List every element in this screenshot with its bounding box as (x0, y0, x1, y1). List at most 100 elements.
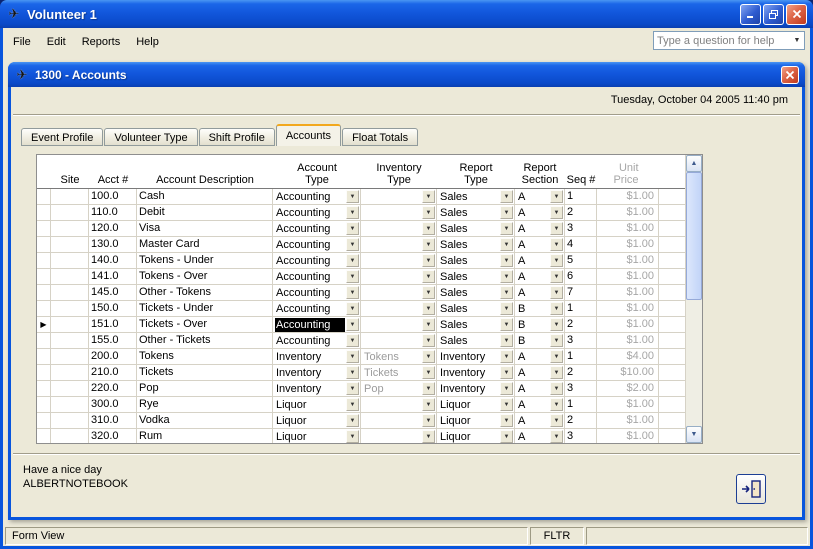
inventory-type-cell[interactable]: ▼ (361, 253, 437, 269)
report-type-cell[interactable]: Sales ▼ (437, 269, 515, 285)
scroll-thumb[interactable] (686, 172, 702, 300)
dropdown-arrow-icon[interactable]: ▼ (500, 318, 513, 331)
account-description-cell[interactable]: Rum (137, 429, 273, 443)
dropdown-arrow-icon[interactable]: ▼ (500, 286, 513, 299)
dropdown-arrow-icon[interactable]: ▼ (550, 190, 563, 203)
report-section-cell[interactable]: A ▼ (515, 349, 565, 365)
report-section-cell[interactable]: A ▼ (515, 381, 565, 397)
dropdown-arrow-icon[interactable]: ▼ (422, 238, 435, 251)
report-type-cell[interactable]: Sales ▼ (437, 333, 515, 349)
acct-number-cell[interactable]: 140.0 (89, 253, 137, 269)
account-description-cell[interactable]: Visa (137, 221, 273, 237)
dropdown-arrow-icon[interactable]: ▼ (422, 366, 435, 379)
dropdown-arrow-icon[interactable]: ▼ (422, 302, 435, 315)
row-selector[interactable] (37, 221, 51, 237)
acct-number-cell[interactable]: 155.0 (89, 333, 137, 349)
row-selector[interactable] (37, 237, 51, 253)
dropdown-arrow-icon[interactable]: ▼ (346, 286, 359, 299)
account-type-cell[interactable]: Liquor ▼ (273, 413, 361, 429)
row-selector[interactable] (37, 301, 51, 317)
report-section-cell[interactable]: A ▼ (515, 429, 565, 443)
inventory-type-cell[interactable]: ▼ (361, 317, 437, 333)
dropdown-arrow-icon[interactable]: ▼ (500, 206, 513, 219)
site-cell[interactable] (51, 381, 89, 397)
row-selector[interactable] (37, 365, 51, 381)
inventory-type-cell[interactable]: Tokens ▼ (361, 349, 437, 365)
row-selector[interactable] (37, 397, 51, 413)
dropdown-arrow-icon[interactable]: ▼ (346, 318, 359, 331)
dropdown-arrow-icon[interactable]: ▼ (500, 238, 513, 251)
seq-cell[interactable]: 4 (565, 237, 597, 253)
inventory-type-cell[interactable]: ▼ (361, 413, 437, 429)
account-description-cell[interactable]: Vodka (137, 413, 273, 429)
site-cell[interactable] (51, 365, 89, 381)
account-description-cell[interactable]: Tokens (137, 349, 273, 365)
report-type-cell[interactable]: Liquor ▼ (437, 397, 515, 413)
dropdown-arrow-icon[interactable]: ▼ (346, 350, 359, 363)
account-type-cell[interactable]: Liquor ▼ (273, 429, 361, 443)
account-description-cell[interactable]: Debit (137, 205, 273, 221)
tab-event-profile[interactable]: Event Profile (21, 128, 104, 146)
account-type-cell[interactable]: Accounting ▼ (273, 205, 361, 221)
report-section-cell[interactable]: A ▼ (515, 413, 565, 429)
dropdown-arrow-icon[interactable]: ▼ (346, 254, 359, 267)
acct-number-cell[interactable]: 310.0 (89, 413, 137, 429)
exit-form-button[interactable] (736, 474, 766, 504)
report-section-cell[interactable]: A ▼ (515, 269, 565, 285)
dropdown-arrow-icon[interactable]: ▼ (346, 302, 359, 315)
acct-number-cell[interactable]: 130.0 (89, 237, 137, 253)
report-type-cell[interactable]: Inventory ▼ (437, 365, 515, 381)
seq-cell[interactable]: 6 (565, 269, 597, 285)
report-type-cell[interactable]: Sales ▼ (437, 285, 515, 301)
dropdown-arrow-icon[interactable]: ▼ (500, 270, 513, 283)
row-selector[interactable] (37, 269, 51, 285)
report-type-cell[interactable]: Liquor ▼ (437, 429, 515, 443)
seq-cell[interactable]: 1 (565, 301, 597, 317)
row-selector[interactable] (37, 333, 51, 349)
inventory-type-cell[interactable]: ▼ (361, 301, 437, 317)
seq-cell[interactable]: 3 (565, 429, 597, 443)
dropdown-arrow-icon[interactable]: ▼ (346, 334, 359, 347)
row-selector[interactable] (37, 205, 51, 221)
dropdown-arrow-icon[interactable]: ▼ (500, 430, 513, 443)
report-section-cell[interactable]: A ▼ (515, 221, 565, 237)
acct-number-cell[interactable]: 100.0 (89, 189, 137, 205)
dropdown-arrow-icon[interactable]: ▼ (346, 206, 359, 219)
seq-cell[interactable]: 1 (565, 397, 597, 413)
report-section-cell[interactable]: A ▼ (515, 285, 565, 301)
acct-number-cell[interactable]: 200.0 (89, 349, 137, 365)
inventory-type-cell[interactable]: ▼ (361, 429, 437, 443)
dropdown-arrow-icon[interactable]: ▼ (422, 398, 435, 411)
site-cell[interactable] (51, 317, 89, 333)
dropdown-arrow-icon[interactable]: ▼ (550, 398, 563, 411)
site-cell[interactable] (51, 189, 89, 205)
site-cell[interactable] (51, 413, 89, 429)
account-type-cell[interactable]: Accounting ▼ (273, 269, 361, 285)
account-description-cell[interactable]: Tickets (137, 365, 273, 381)
report-section-cell[interactable]: A ▼ (515, 253, 565, 269)
acct-number-cell[interactable]: 210.0 (89, 365, 137, 381)
seq-cell[interactable]: 5 (565, 253, 597, 269)
dropdown-arrow-icon[interactable]: ▼ (422, 414, 435, 427)
account-type-cell[interactable]: Accounting ▼ (273, 237, 361, 253)
account-type-cell[interactable]: Accounting ▼ (273, 189, 361, 205)
acct-number-cell[interactable]: 150.0 (89, 301, 137, 317)
site-cell[interactable] (51, 237, 89, 253)
dropdown-arrow-icon[interactable]: ▼ (346, 238, 359, 251)
dropdown-arrow-icon[interactable]: ▼ (422, 334, 435, 347)
report-section-cell[interactable]: A ▼ (515, 205, 565, 221)
site-cell[interactable] (51, 205, 89, 221)
account-type-cell[interactable]: Accounting ▼ (273, 301, 361, 317)
row-selector[interactable] (37, 253, 51, 269)
acct-number-cell[interactable]: 320.0 (89, 429, 137, 443)
close-button[interactable] (786, 3, 807, 25)
dropdown-arrow-icon[interactable]: ▼ (346, 190, 359, 203)
dropdown-arrow-icon[interactable]: ▼ (500, 350, 513, 363)
inventory-type-cell[interactable]: ▼ (361, 237, 437, 253)
dropdown-arrow-icon[interactable]: ▼ (550, 414, 563, 427)
account-description-cell[interactable]: Pop (137, 381, 273, 397)
row-selector[interactable]: ▶ (37, 317, 51, 333)
inventory-type-cell[interactable]: ▼ (361, 333, 437, 349)
account-description-cell[interactable]: Tickets - Over (137, 317, 273, 333)
seq-cell[interactable]: 1 (565, 349, 597, 365)
